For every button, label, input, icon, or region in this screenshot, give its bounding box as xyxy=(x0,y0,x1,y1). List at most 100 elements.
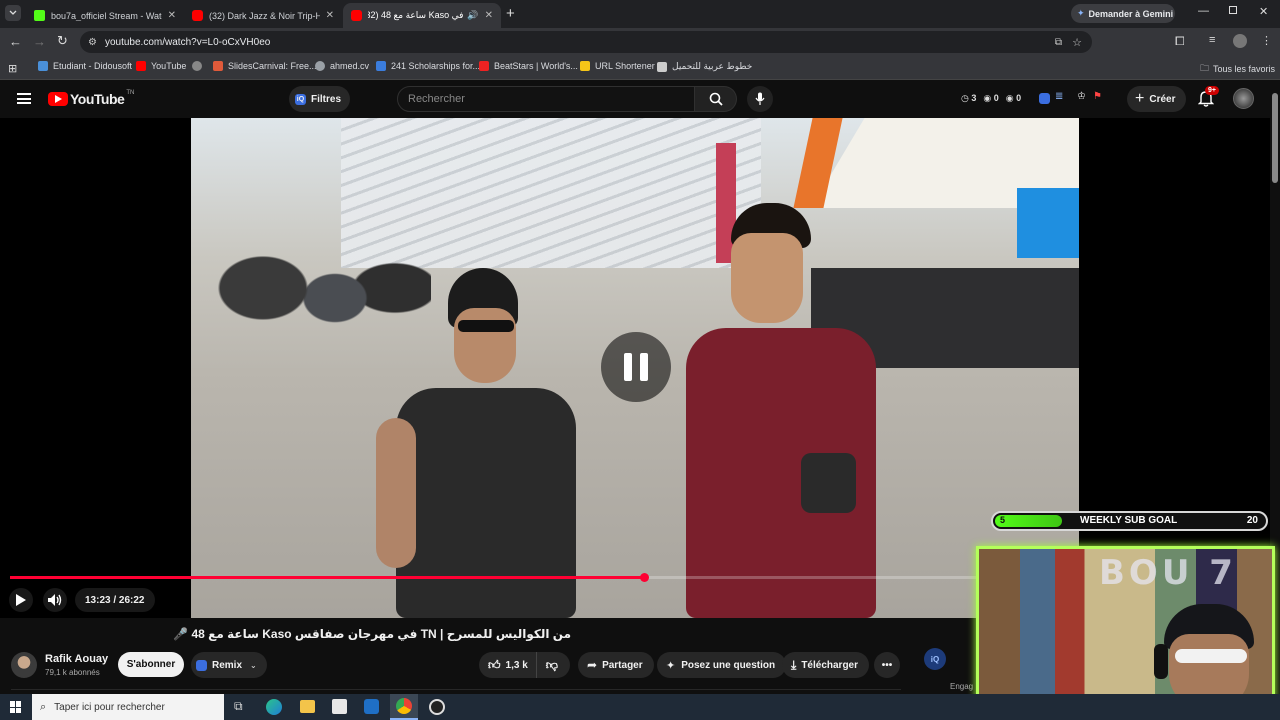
obs-icon[interactable] xyxy=(429,699,445,715)
play-button[interactable] xyxy=(9,588,33,612)
list-icon[interactable]: ≣ xyxy=(1055,91,1063,102)
dislike-button[interactable]: 👎︎ xyxy=(537,658,558,673)
edge-icon[interactable] xyxy=(266,699,282,715)
media-controls-icon[interactable]: ≡ xyxy=(1209,34,1215,46)
restore-window-button[interactable] xyxy=(1229,6,1237,14)
bookmark-label: 241 Scholarships for... xyxy=(391,61,481,71)
profile-avatar[interactable] xyxy=(1233,34,1247,48)
close-tab-icon[interactable]: ✕ xyxy=(168,10,176,21)
share-button[interactable]: ➦ Partager xyxy=(578,652,654,678)
create-label: Créer xyxy=(1149,93,1176,105)
folder-icon: 🗀 xyxy=(1200,63,1210,73)
new-tab-button[interactable]: + xyxy=(506,5,515,22)
progress-scrubber-handle[interactable] xyxy=(640,573,649,582)
bookmark-scholarships[interactable]: 241 Scholarships for... xyxy=(376,61,480,71)
forward-button[interactable]: → xyxy=(33,34,46,49)
iq-extension-icon[interactable]: iQ xyxy=(924,648,946,670)
search-icon: ⌕ xyxy=(40,700,47,713)
youtube-header: YouTube TN iQ Filtres Rechercher ◷ 3 ◉ 0… xyxy=(0,81,1280,118)
outlook-icon[interactable] xyxy=(364,699,379,714)
address-bar[interactable]: ⚙ youtube.com/watch?v=L0-oCxVH0eo ⧉ ☆ xyxy=(80,31,1092,53)
chevron-down-icon: ⌄ xyxy=(250,660,257,670)
stat-value: 0 xyxy=(1016,93,1022,103)
chrome-taskbar-icon[interactable] xyxy=(390,694,418,720)
tab-title: (32) Dark Jazz & Noir Trip-Hop xyxy=(209,10,320,21)
remix-button[interactable]: Remix ⌄ xyxy=(191,652,267,678)
file-explorer-icon[interactable] xyxy=(300,700,315,713)
bookmarks-bar: ⊞ Etudiant - Didousoft YouTube SlidesCar… xyxy=(0,56,1280,80)
more-actions-button[interactable]: ••• xyxy=(874,652,900,678)
pause-overlay-button[interactable] xyxy=(601,332,671,402)
account-avatar[interactable] xyxy=(1233,88,1254,109)
bookmark-label: ahmed.cv xyxy=(330,61,370,71)
extensions-icon[interactable]: ⧠ xyxy=(1175,34,1185,49)
gemini-button[interactable]: ✦ Demander à Gemini xyxy=(1071,4,1175,23)
bookmark-didousoft[interactable]: Etudiant - Didousoft xyxy=(38,61,132,71)
alert-icon[interactable]: ⚑ xyxy=(1093,91,1102,102)
tab-kick-stream[interactable]: bou7a_officiel Stream - Watch l ✕ xyxy=(26,3,184,28)
cast-icon[interactable]: ⧉ xyxy=(1055,37,1062,48)
bookmark-youtube[interactable]: YouTube xyxy=(136,61,186,71)
create-button[interactable]: + Créer xyxy=(1127,86,1187,112)
bookmark-label: خطوط عربية للتحميل xyxy=(672,61,753,71)
all-bookmarks-folder[interactable]: 🗀 Tous les favoris xyxy=(1200,61,1275,77)
close-tab-icon[interactable]: ✕ xyxy=(326,10,334,21)
taskbar-search[interactable]: ⌕ Taper ici pour rechercher xyxy=(32,694,224,720)
reload-button[interactable]: ↻ xyxy=(57,33,68,49)
gemini-sparkle-icon: ✦ xyxy=(1077,8,1085,18)
ask-question-button[interactable]: ✦ Posez une question xyxy=(657,652,787,678)
bookmark-star-icon[interactable]: ☆ xyxy=(1072,36,1082,49)
windows-start-button[interactable] xyxy=(10,701,22,713)
search-button[interactable] xyxy=(695,86,737,112)
browser-menu-icon[interactable]: ⋮ xyxy=(1261,34,1272,47)
notifications-button[interactable]: 9+ xyxy=(1198,86,1219,107)
engagement-label: Engag xyxy=(950,682,974,691)
channel-avatar[interactable] xyxy=(11,652,37,678)
bookmark-url-shortener[interactable]: URL Shortener xyxy=(580,61,655,71)
bookmark-favicon-icon xyxy=(376,61,386,71)
channel-name[interactable]: Rafik Aouay xyxy=(45,653,108,665)
scrollbar-thumb[interactable] xyxy=(1272,93,1278,183)
tab-search-button[interactable] xyxy=(5,5,21,21)
site-info-icon[interactable]: ⚙ xyxy=(88,37,97,48)
tab-current-video[interactable]: في Kaso ساعة مع 48 (32) 🔊 ✕ xyxy=(343,3,501,28)
task-view-icon[interactable]: ⧉ xyxy=(234,699,243,714)
bookmark-arabic-fonts[interactable]: خطوط عربية للتحميل xyxy=(657,61,752,72)
search-input[interactable]: Rechercher xyxy=(397,86,695,112)
eye-stat: ◉ 0 xyxy=(1005,93,1022,103)
video-blue-screen xyxy=(1017,188,1079,258)
hamburger-menu-icon[interactable] xyxy=(17,93,31,104)
filters-button[interactable]: iQ Filtres xyxy=(289,86,351,112)
close-window-button[interactable]: ✕ xyxy=(1259,5,1268,18)
extension-stats[interactable]: ◷ 3 ◉ 0 ◉ 0 xyxy=(961,93,1021,104)
store-icon[interactable] xyxy=(332,699,347,714)
video-frame[interactable] xyxy=(191,118,1079,618)
iq-extension-icon[interactable] xyxy=(1039,93,1050,104)
bookmark-slidescarnival[interactable]: SlidesCarnival: Free... xyxy=(213,61,317,71)
progress-bar-played xyxy=(10,576,644,579)
download-button[interactable]: ⤓ Télécharger xyxy=(782,652,870,678)
trophy-icon[interactable]: ♔ xyxy=(1077,91,1086,102)
audio-playing-icon[interactable]: 🔊 xyxy=(467,10,478,21)
tab-dark-jazz[interactable]: (32) Dark Jazz & Noir Trip-Hop ✕ xyxy=(184,3,342,28)
youtube-logo[interactable]: YouTube TN xyxy=(48,90,134,107)
minimize-window-button[interactable]: — xyxy=(1198,5,1209,17)
apps-grid-icon[interactable]: ⊞ xyxy=(8,62,17,75)
play-icon xyxy=(16,594,26,606)
like-button[interactable]: 👍︎ 1,3 k xyxy=(479,652,537,678)
bookmark-globe[interactable] xyxy=(192,61,207,71)
volume-button[interactable] xyxy=(43,588,67,612)
sub-goal-target: 20 xyxy=(1246,515,1258,526)
download-label: Télécharger xyxy=(801,659,859,671)
close-tab-icon[interactable]: ✕ xyxy=(485,10,493,21)
voice-search-button[interactable] xyxy=(747,86,773,112)
tab-title: في Kaso ساعة مع 48 (32) xyxy=(368,10,464,20)
bookmark-ahmed-cv[interactable]: ahmed.cv xyxy=(315,61,369,71)
video-person-left xyxy=(376,268,586,618)
browser-toolbar: ← → ↻ ⚙ youtube.com/watch?v=L0-oCxVH0eo … xyxy=(0,28,1280,56)
bookmark-beatstars[interactable]: BeatStars | World's... xyxy=(479,61,578,71)
youtube-favicon-icon xyxy=(136,61,146,71)
video-player[interactable]: 13:23 / 26:22 xyxy=(0,118,1270,618)
subscribe-button[interactable]: S'abonner xyxy=(118,652,184,677)
back-button[interactable]: ← xyxy=(9,34,22,49)
